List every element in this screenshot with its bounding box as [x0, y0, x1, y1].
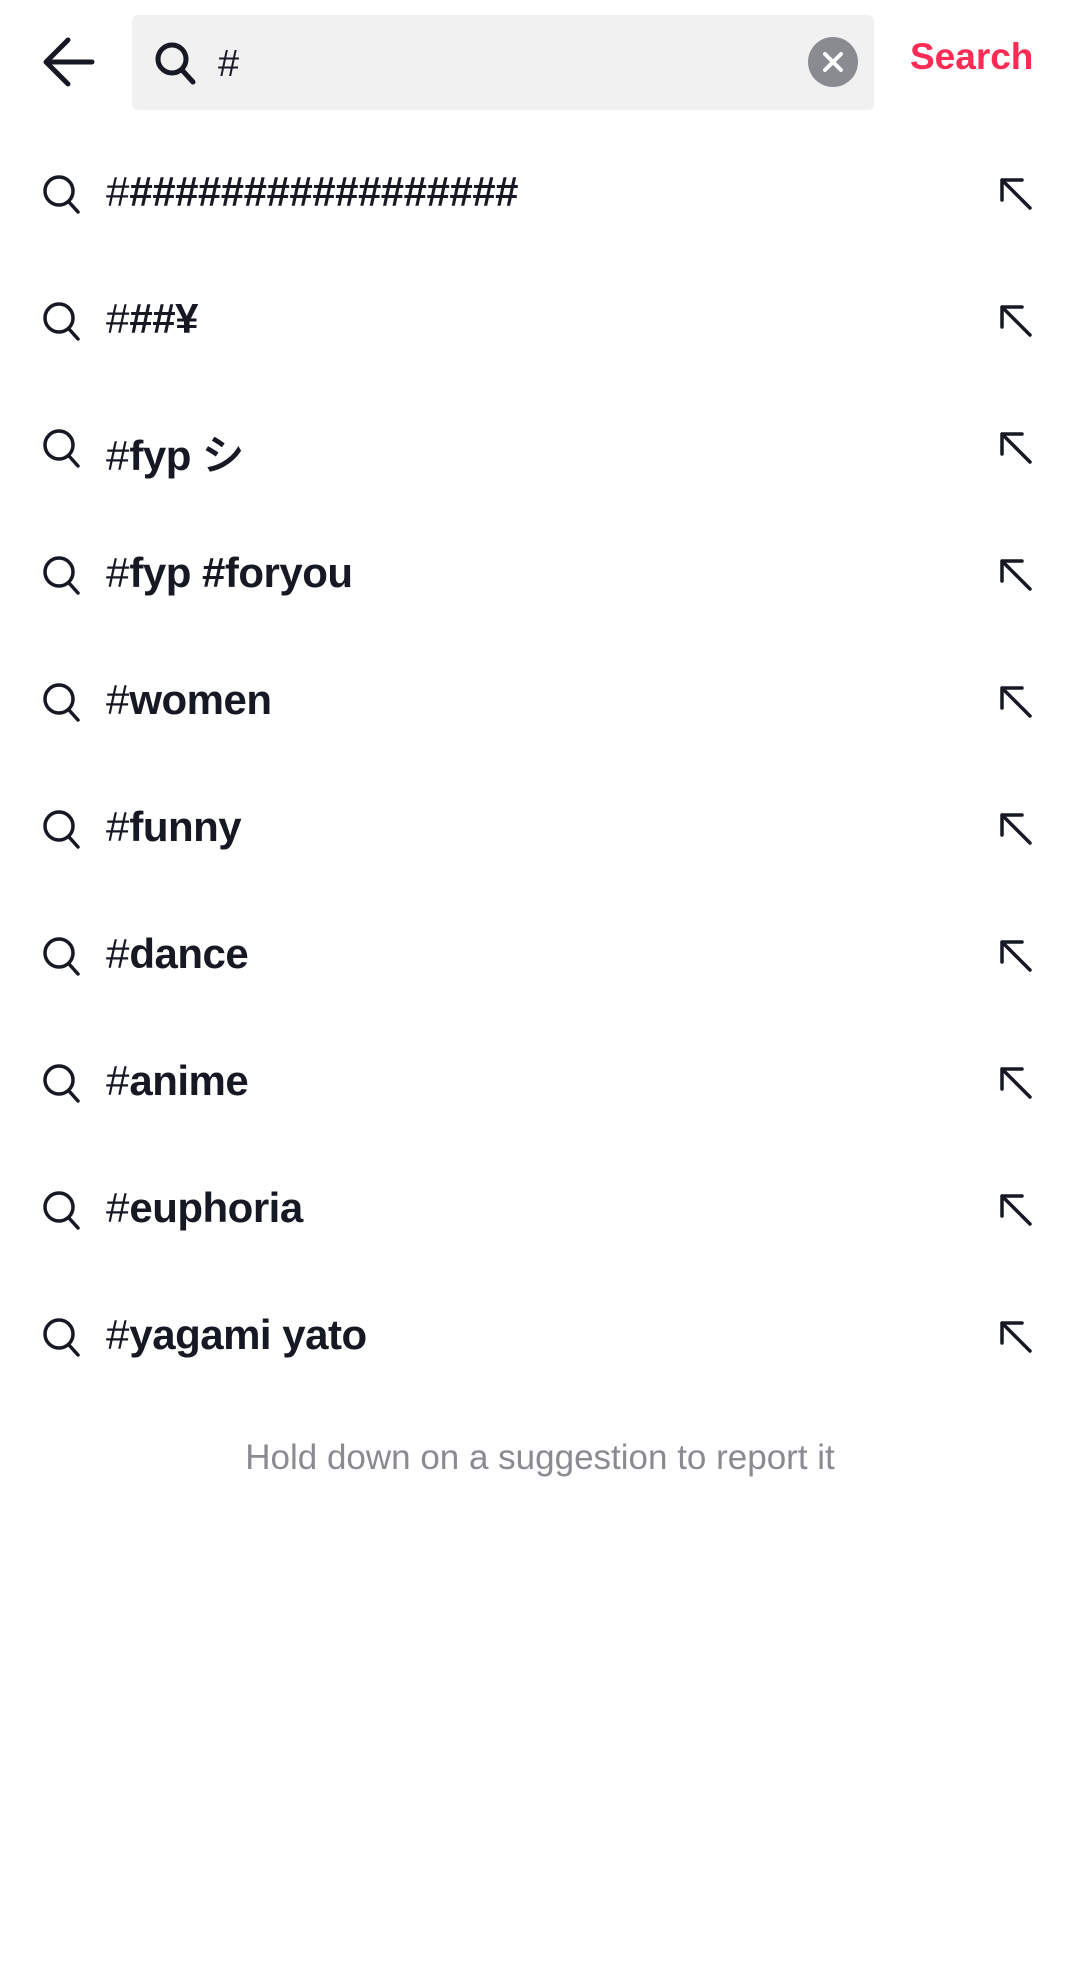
suggestion-typed: # [106, 930, 130, 977]
arrow-up-left-icon[interactable] [994, 680, 1038, 724]
arrow-up-left-icon[interactable] [994, 1315, 1038, 1359]
search-icon [155, 42, 196, 85]
suggestion-typed: # [106, 676, 130, 723]
suggestion-typed: # [106, 1311, 130, 1358]
suggestion-item[interactable]: ###¥ [0, 255, 1080, 382]
suggestion-typed: # [106, 432, 130, 479]
arrow-up-left-icon[interactable] [994, 1188, 1038, 1232]
suggestion-completion: fyp シ [129, 432, 244, 479]
arrow-up-left-icon[interactable] [994, 1061, 1038, 1105]
suggestion-text: #women [106, 676, 272, 724]
back-button[interactable] [40, 34, 100, 90]
arrow-up-left-icon[interactable] [994, 426, 1038, 470]
suggestion-text: #funny [106, 803, 242, 851]
suggestion-typed: # [106, 549, 130, 596]
suggestion-completion: anime [129, 1057, 249, 1104]
search-icon [43, 1064, 80, 1103]
arrow-up-left-icon[interactable] [994, 934, 1038, 978]
suggestion-item[interactable]: #dance [0, 890, 1080, 1017]
search-icon [43, 1191, 80, 1230]
suggestion-completion: ##¥ [129, 295, 198, 342]
clear-button[interactable] [808, 37, 858, 87]
suggestion-item[interactable]: #funny [0, 763, 1080, 890]
suggestion-completion: ################# [129, 168, 518, 215]
suggestion-completion: dance [129, 930, 249, 977]
suggestion-typed: # [106, 803, 130, 850]
search-icon [43, 810, 80, 849]
suggestion-completion: euphoria [129, 1184, 303, 1231]
suggestion-text: #dance [106, 930, 249, 978]
suggestion-item[interactable]: #yagami yato [0, 1271, 1080, 1398]
suggestion-item[interactable]: #fyp #foryou [0, 509, 1080, 636]
close-icon [823, 52, 843, 72]
search-icon [43, 556, 80, 595]
arrow-up-left-icon[interactable] [994, 299, 1038, 343]
suggestion-typed: # [106, 1057, 130, 1104]
search-icon [43, 683, 80, 722]
suggestion-text: #fyp #foryou [106, 549, 353, 597]
suggestion-typed: # [106, 1184, 130, 1231]
search-input[interactable] [216, 35, 780, 93]
arrow-left-icon [43, 37, 95, 87]
search-icon [43, 175, 80, 214]
suggestion-text: #anime [106, 1057, 249, 1105]
suggestion-completion: yagami yato [129, 1311, 367, 1358]
suggestion-text: #fyp シ [106, 422, 244, 483]
search-icon [43, 937, 80, 976]
suggestion-item[interactable]: #anime [0, 1017, 1080, 1144]
suggestion-item[interactable]: ################## [0, 128, 1080, 255]
search-bar[interactable] [132, 15, 874, 110]
suggestion-item[interactable]: #euphoria [0, 1144, 1080, 1271]
suggestion-text: #yagami yato [106, 1311, 367, 1359]
suggestion-text: ###¥ [106, 295, 198, 343]
arrow-up-left-icon[interactable] [994, 172, 1038, 216]
suggestion-completion: fyp #foryou [129, 549, 353, 596]
suggestion-completion: funny [129, 803, 242, 850]
arrow-up-left-icon[interactable] [994, 553, 1038, 597]
suggestion-typed: # [106, 295, 130, 342]
search-icon [43, 429, 80, 468]
arrow-up-left-icon[interactable] [994, 807, 1038, 851]
suggestion-text: #euphoria [106, 1184, 303, 1232]
suggestion-completion: women [129, 676, 272, 723]
suggestion-typed: # [106, 168, 130, 215]
suggestion-item[interactable]: #fyp シ [0, 382, 1080, 509]
search-icon [43, 302, 80, 341]
suggestion-text: ################## [106, 168, 518, 216]
report-hint: Hold down on a suggestion to report it [245, 1438, 835, 1477]
search-icon [43, 1318, 80, 1357]
search-button[interactable]: Search [910, 36, 1033, 78]
suggestion-item[interactable]: #women [0, 636, 1080, 763]
